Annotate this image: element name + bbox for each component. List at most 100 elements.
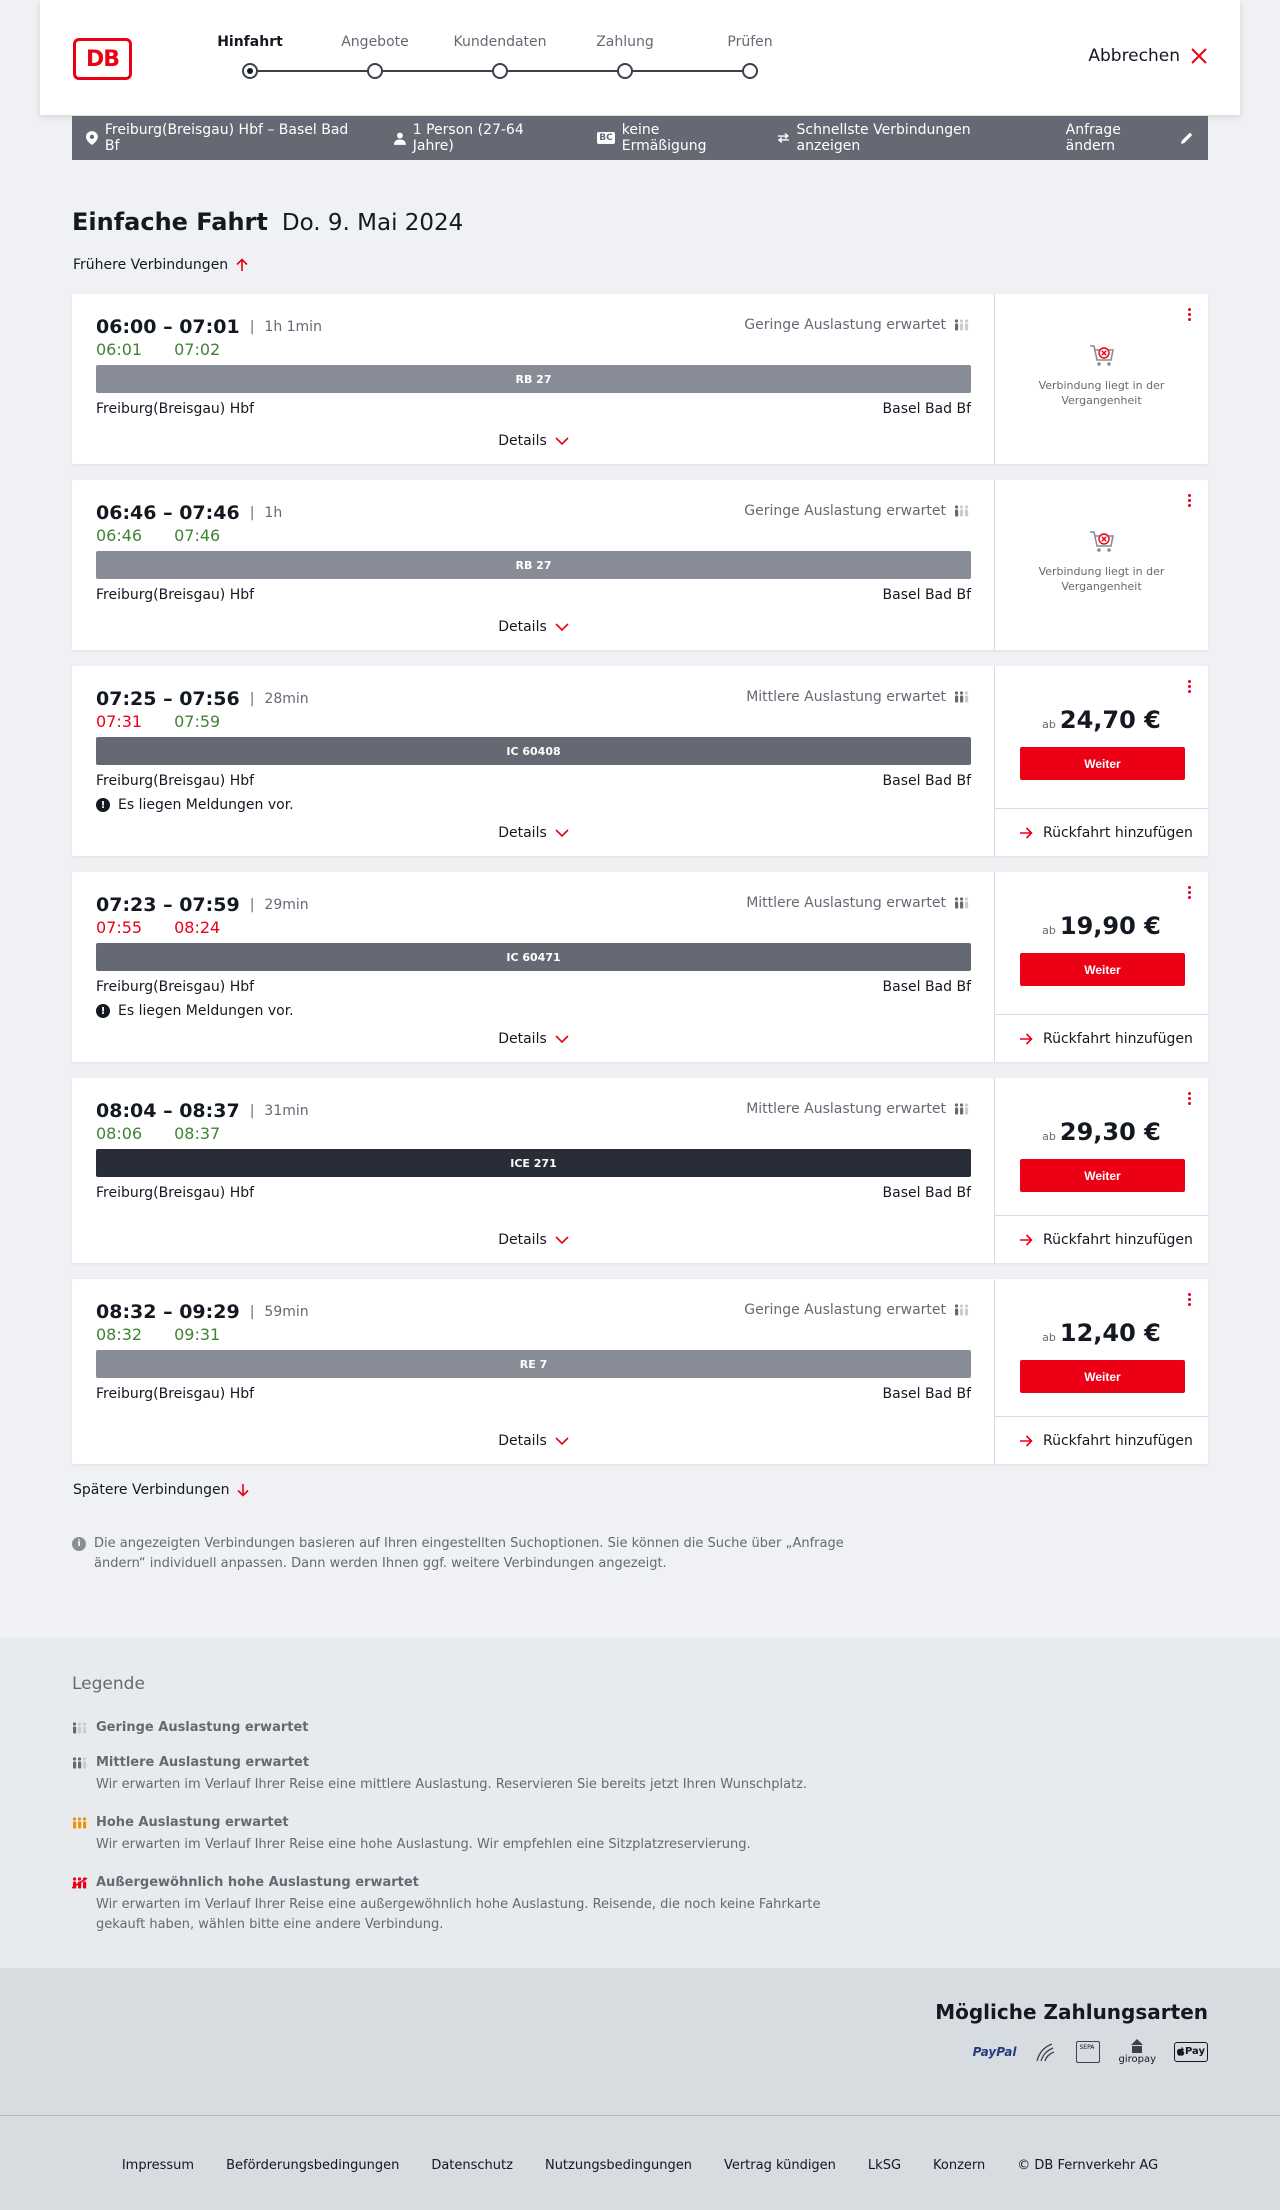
add-return-trip-button[interactable]: Rückfahrt hinzufügen <box>995 808 1208 856</box>
details-label: Details <box>498 1433 547 1449</box>
add-return-trip-button[interactable]: Rückfahrt hinzufügen <box>995 1014 1208 1062</box>
past-connection-text: Verbindung liegt in der Vergangenheit <box>1038 379 1165 407</box>
sepa-text: SEPA <box>1079 2043 1095 2051</box>
footer-link[interactable]: Vertrag kündigen <box>724 2158 836 2173</box>
footer-link[interactable]: Nutzungsbedingungen <box>545 2158 692 2173</box>
train-bar[interactable]: ICE 271 <box>96 1149 971 1177</box>
discount-text: keine Ermäßigung <box>621 122 707 154</box>
details-label: Details <box>498 433 547 449</box>
footer-link[interactable]: Impressum <box>122 2158 194 2173</box>
add-return-trip-button[interactable]: Rückfahrt hinzufügen <box>995 1215 1208 1263</box>
change-request-button[interactable]: Anfrage ändern <box>1066 122 1194 154</box>
occupancy-text: Mittlere Auslastung erwartet <box>746 689 946 705</box>
continue-button[interactable]: Weiter <box>1020 1159 1185 1192</box>
later-connections-link[interactable]: Spätere Verbindungen <box>73 1482 250 1498</box>
footer-link[interactable]: Konzern <box>933 2158 985 2173</box>
more-options-icon[interactable] <box>1188 1092 1192 1107</box>
occupancy-indicator: Mittlere Auslastung erwartet <box>746 689 970 705</box>
connection-info: 06:46 – 07:46 | 1h 06:46 07:46 Geringe Auslas… <box>72 480 995 650</box>
legend-item: Geringe Auslastung erwartet <box>72 1720 872 1735</box>
occupancy-text: Mittlere Auslastung erwartet <box>746 895 946 911</box>
footer-link[interactable]: LkSG <box>868 2158 901 2173</box>
details-toggle[interactable]: Details <box>72 1031 995 1047</box>
train-bar[interactable]: IC 60408 <box>96 737 971 765</box>
arrival-station: Basel Bad Bf <box>882 1185 971 1201</box>
separator: | <box>249 691 255 707</box>
occupancy-indicator: Mittlere Auslastung erwartet <box>746 1101 970 1117</box>
arrival-station: Basel Bad Bf <box>882 1386 971 1402</box>
connection-card: 07:25 – 07:56 | 28min 07:31 07:59 Mittlere Au… <box>72 666 1208 856</box>
paypal-text: PayPal <box>972 2044 1017 2059</box>
legend-item-label: Geringe Auslastung erwartet <box>96 1720 309 1735</box>
duration: 28min <box>264 691 309 707</box>
train-bar[interactable]: RB 27 <box>96 551 971 579</box>
add-return-trip-button[interactable]: Rückfahrt hinzufügen <box>995 1416 1208 1464</box>
add-return-trip-label: Rückfahrt hinzufügen <box>1043 1432 1193 1449</box>
alert-icon: ! <box>96 798 110 812</box>
departure-station: Freiburg(Breisgau) Hbf <box>96 1185 255 1201</box>
train-bar[interactable]: RE 7 <box>96 1350 971 1378</box>
pencil-icon <box>1181 132 1193 144</box>
db-logo-text: DB <box>76 41 129 77</box>
disruption-message[interactable]: ! Es liegen Meldungen vor. <box>96 797 294 813</box>
continue-button[interactable]: Weiter <box>1020 747 1185 780</box>
route-text: Freiburg(Breisgau) Hbf – Basel Bad Bf <box>104 122 349 154</box>
db-logo[interactable]: DB <box>73 38 132 80</box>
occupancy-icon <box>954 1103 970 1115</box>
past-connection-text: Verbindung liegt in der Vergangenheit <box>1038 565 1165 593</box>
details-toggle[interactable]: Details <box>72 1433 995 1449</box>
realtime-arrival: 07:46 <box>174 526 221 545</box>
legend-item-label: Hohe Auslastung erwartet <box>96 1815 289 1830</box>
realtime-times: 06:46 07:46 <box>96 526 220 545</box>
occupancy-icon <box>954 691 970 703</box>
schedule-times: 08:04 – 08:37 | 31min <box>96 1100 309 1122</box>
scheduled-time: 07:25 – 07:56 <box>96 688 240 710</box>
disruption-message[interactable]: ! Es liegen Meldungen vor. <box>96 1003 294 1019</box>
offer-panel: ab 19,90 € Weiter Rückfahrt hinzufügen <box>995 872 1208 1062</box>
arrival-station: Basel Bad Bf <box>882 979 971 995</box>
sepa-icon: SEPA <box>1076 2040 1101 2063</box>
step-dot <box>742 63 758 79</box>
earlier-connections-label: Frühere Verbindungen <box>73 257 229 273</box>
arrow-down-icon <box>237 1484 250 1497</box>
footer-link[interactable]: Beförderungsbedingungen <box>226 2158 399 2173</box>
details-toggle[interactable]: Details <box>72 825 995 841</box>
offer-panel: ab 24,70 € Weiter Rückfahrt hinzufügen <box>995 666 1208 856</box>
giropay-icon: giropay <box>1118 2038 1156 2065</box>
continue-button[interactable]: Weiter <box>1020 953 1185 986</box>
train-bar[interactable]: RB 27 <box>96 365 971 393</box>
occupancy-text: Geringe Auslastung erwartet <box>744 1302 946 1318</box>
more-options-icon[interactable] <box>1188 308 1192 323</box>
travellers-text: 1 Person (27-64 Jahre) <box>412 122 524 154</box>
details-toggle[interactable]: Details <box>72 433 995 449</box>
details-toggle[interactable]: Details <box>72 619 995 635</box>
schedule-times: 08:32 – 09:29 | 59min <box>96 1301 309 1323</box>
cancel-button[interactable]: Abbrechen <box>1088 46 1208 66</box>
step-dot <box>367 63 383 79</box>
more-options-icon[interactable] <box>1188 886 1192 901</box>
continue-button[interactable]: Weiter <box>1020 1360 1185 1393</box>
footer-link[interactable]: © DB Fernverkehr AG <box>1017 2158 1158 2173</box>
price: ab 19,90 € <box>995 912 1208 940</box>
earlier-connections-link[interactable]: Frühere Verbindungen <box>73 257 248 273</box>
step-pruefen: Prüfen <box>700 34 800 79</box>
price-value: 29,30 € <box>1059 1118 1161 1146</box>
cart-unavailable-icon <box>1089 531 1114 552</box>
realtime-arrival: 08:24 <box>174 918 221 937</box>
scheduled-time: 08:04 – 08:37 <box>96 1100 240 1122</box>
arrow-right-icon <box>1020 1434 1033 1447</box>
realtime-times: 06:01 07:02 <box>96 340 220 359</box>
details-toggle[interactable]: Details <box>72 1232 995 1248</box>
search-info-note: i Die angezeigten Verbindungen basieren … <box>72 1534 852 1574</box>
past-connection-notice: Verbindung liegt in der Vergangenheit <box>995 344 1208 408</box>
footer-link[interactable]: Datenschutz <box>431 2158 513 2173</box>
more-options-icon[interactable] <box>1188 1293 1192 1308</box>
more-options-icon[interactable] <box>1188 494 1192 509</box>
more-options-icon[interactable] <box>1188 680 1192 695</box>
schedule-times: 07:23 – 07:59 | 29min <box>96 894 309 916</box>
train-bar[interactable]: IC 60471 <box>96 943 971 971</box>
occupancy-indicator: Geringe Auslastung erwartet <box>744 317 970 333</box>
offer-panel: Verbindung liegt in der Vergangenheit <box>995 294 1208 464</box>
page-title-row: Einfache Fahrt Do. 9. Mai 2024 <box>72 208 463 236</box>
change-request-label: Anfrage ändern <box>1065 122 1121 154</box>
